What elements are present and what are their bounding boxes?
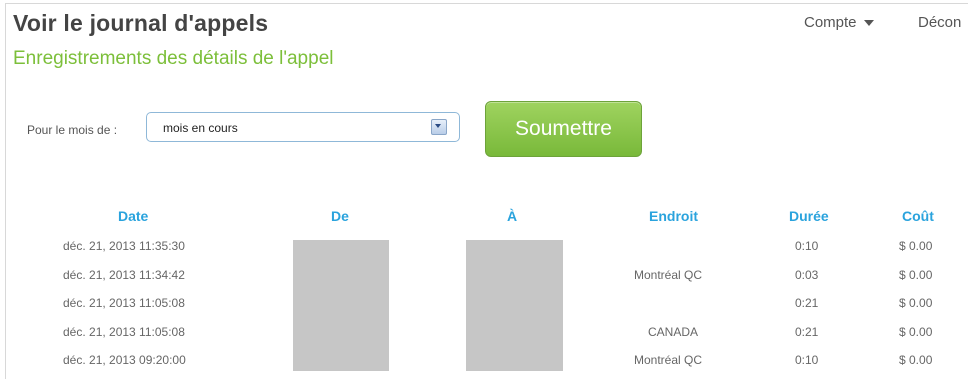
- cell-cost: $ 0.00: [899, 353, 933, 367]
- cell-location: CANADA: [648, 325, 699, 339]
- cell-cost: $ 0.00: [899, 325, 933, 339]
- redacted-from-column: [293, 240, 389, 371]
- cell-date: déc. 21, 2013 11:35:30: [63, 239, 185, 253]
- column-header-cost: Coût: [902, 208, 934, 224]
- cell-duration: 0:21: [795, 296, 819, 310]
- column-header-location: Endroit: [649, 208, 698, 224]
- caret-down-icon: [863, 20, 874, 27]
- cell-cost: $ 0.00: [899, 239, 933, 253]
- cell-duration: 0:03: [795, 268, 819, 282]
- redacted-to-column: [466, 240, 563, 371]
- page-title: Voir le journal d'appels: [13, 10, 269, 36]
- cell-date: déc. 21, 2013 11:05:08: [63, 325, 185, 339]
- cell-cost: $ 0.00: [899, 296, 933, 310]
- account-menu[interactable]: Compte: [804, 14, 874, 31]
- cell-duration: 0:21: [795, 325, 819, 339]
- month-label: Pour le mois de :: [27, 123, 118, 137]
- month-select-value: mois en cours: [163, 121, 238, 135]
- column-header-date: Date: [118, 208, 149, 224]
- page-subtitle: Enregistrements des détails de l'appel: [13, 48, 334, 69]
- account-menu-label: Compte: [804, 14, 857, 31]
- cell-duration: 0:10: [795, 353, 819, 367]
- column-header-duration: Durée: [789, 208, 829, 224]
- cell-duration: 0:10: [795, 239, 819, 253]
- cell-date: déc. 21, 2013 11:05:08: [63, 296, 185, 310]
- cell-date: déc. 21, 2013 09:20:00: [63, 353, 186, 367]
- cell-date: déc. 21, 2013 11:34:42: [63, 268, 185, 282]
- cell-location: Montréal QC: [634, 353, 703, 367]
- month-select[interactable]: mois en cours: [146, 112, 460, 142]
- column-header-from: De: [331, 208, 349, 224]
- cell-location: Montréal QC: [634, 268, 703, 282]
- cell-cost: $ 0.00: [899, 268, 933, 282]
- submit-button[interactable]: Soumettre: [485, 101, 642, 157]
- column-header-to: À: [507, 208, 518, 224]
- dropdown-arrow-icon[interactable]: [431, 119, 447, 135]
- logout-link[interactable]: Décon: [918, 14, 961, 31]
